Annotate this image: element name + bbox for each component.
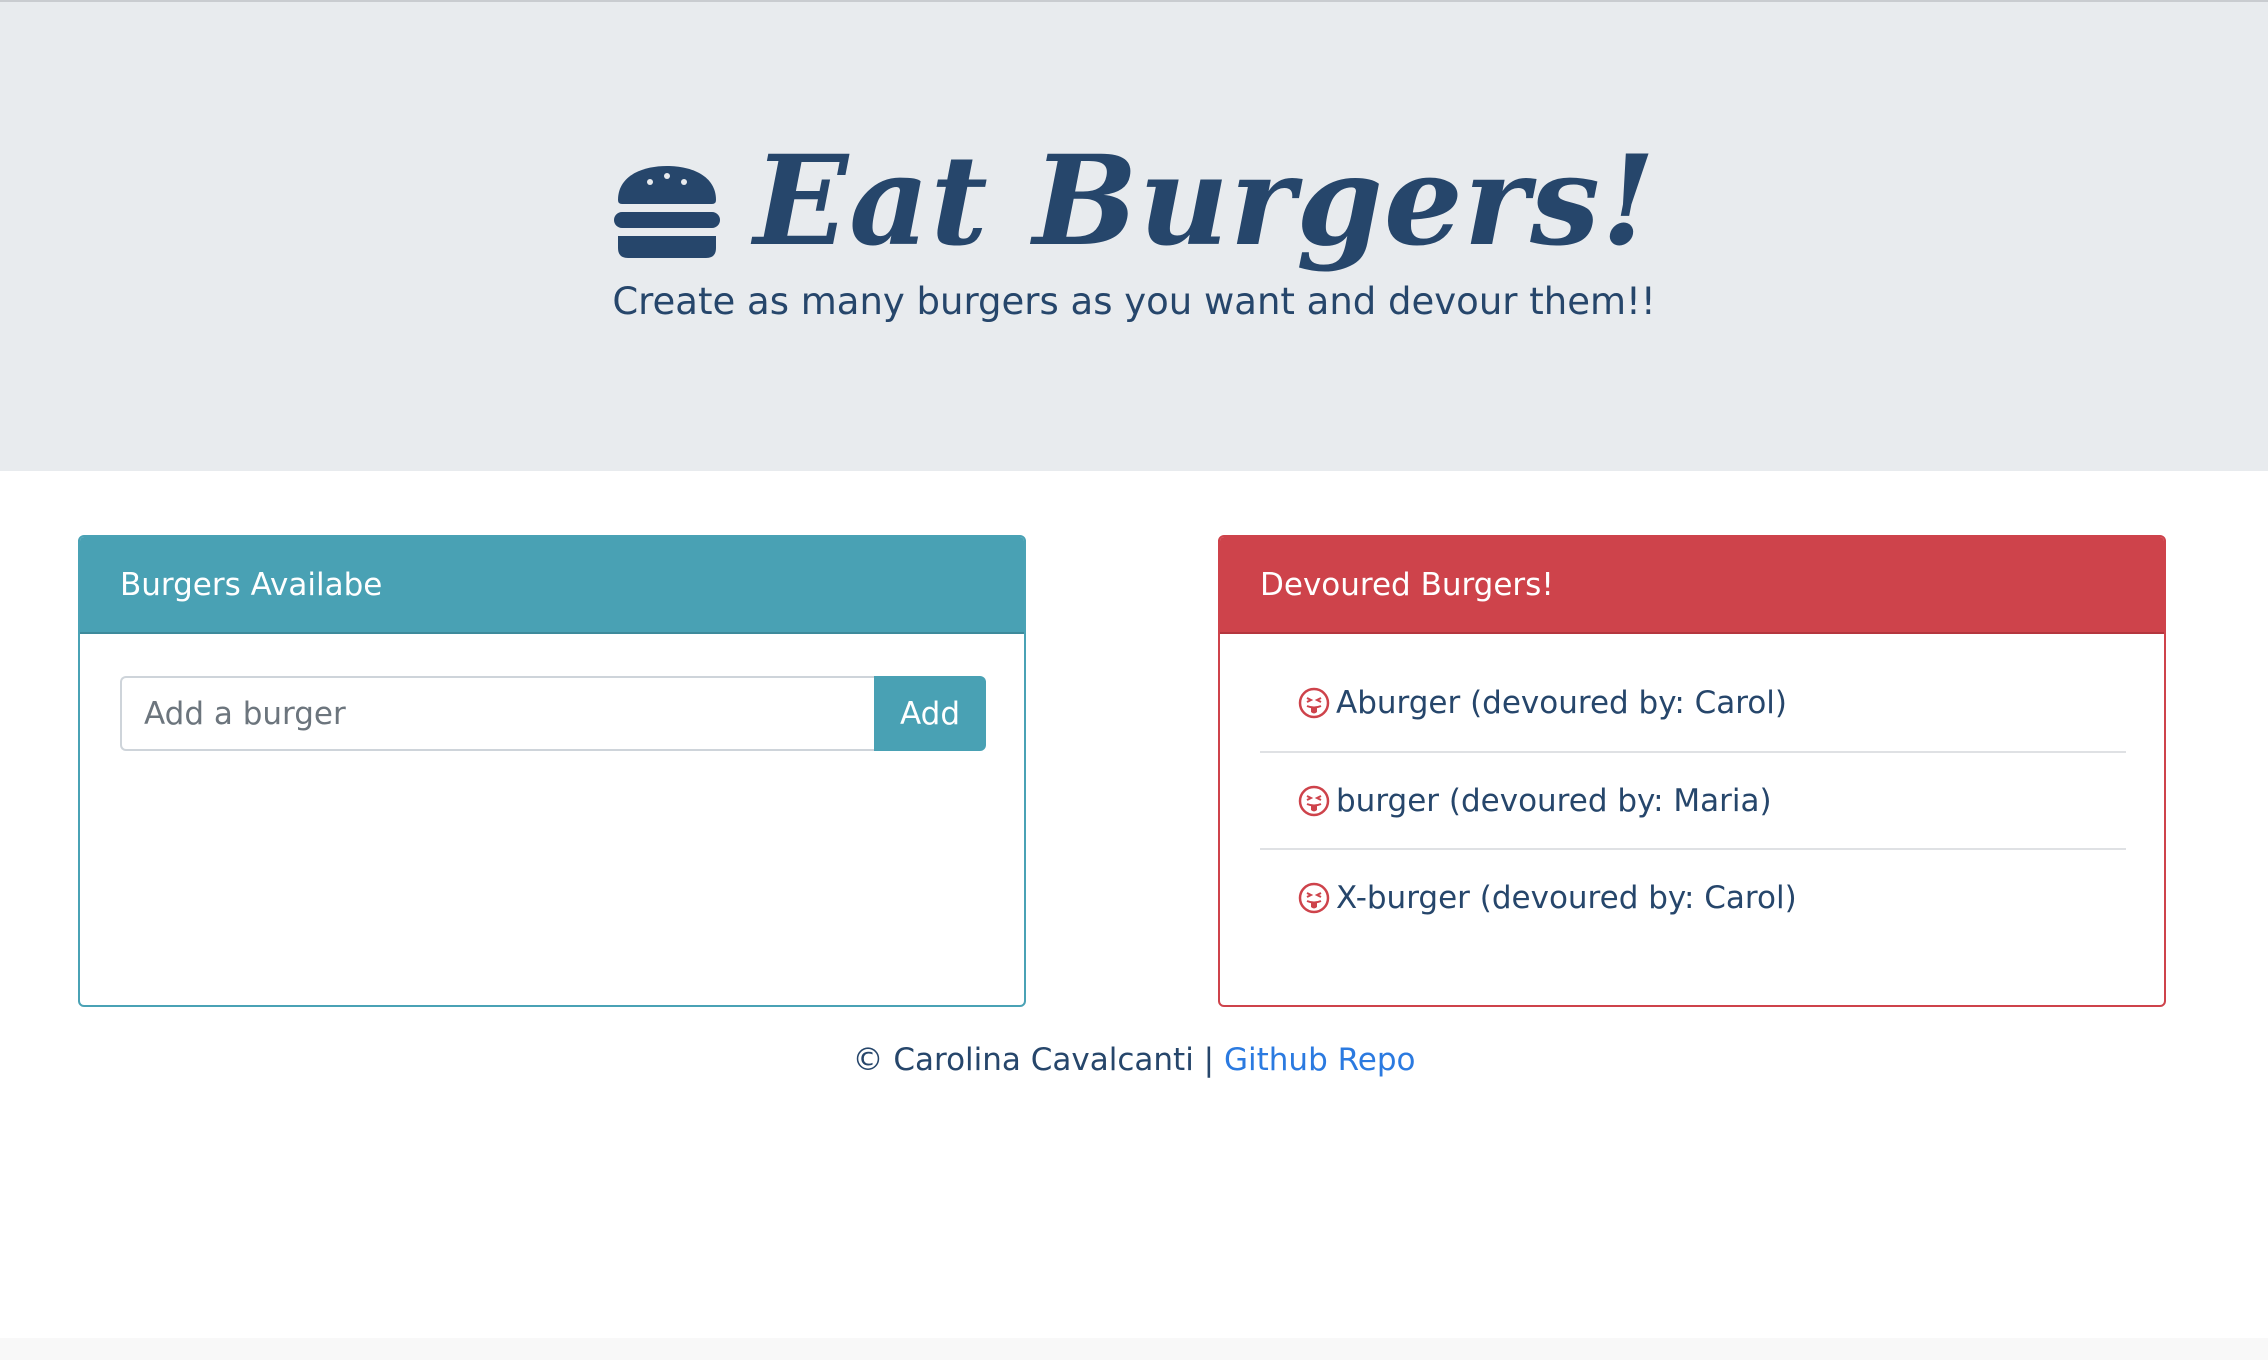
title-row: Eat Burgers! bbox=[0, 122, 2268, 282]
tongue-face-icon bbox=[1298, 785, 1330, 816]
devoured-card-header: Devoured Burgers! bbox=[1220, 537, 2164, 634]
devoured-item-label: burger (devoured by: Maria) bbox=[1336, 782, 1772, 819]
add-button[interactable]: Add bbox=[874, 676, 986, 751]
footer: © Carolina Cavalcanti | Github Repo bbox=[0, 1042, 2268, 1078]
copyright-text: © Carolina Cavalcanti | bbox=[852, 1042, 1224, 1078]
devoured-item-label: X-burger (devoured by: Carol) bbox=[1336, 879, 1797, 916]
github-repo-link[interactable]: Github Repo bbox=[1224, 1042, 1415, 1078]
list-item: burger (devoured by: Maria) bbox=[1260, 751, 2126, 848]
jumbotron: Eat Burgers! Create as many burgers as y… bbox=[0, 2, 2268, 471]
tongue-face-icon bbox=[1298, 882, 1330, 913]
list-item: X-burger (devoured by: Carol) bbox=[1260, 848, 2126, 945]
page-bottom-edge bbox=[0, 1338, 2268, 1360]
burgers-available-card: Burgers Availabe Add bbox=[78, 535, 1026, 1007]
hamburger-icon bbox=[613, 166, 720, 258]
available-card-header: Burgers Availabe bbox=[80, 537, 1024, 634]
devoured-burgers-card: Devoured Burgers! Aburger (devoured by: … bbox=[1218, 535, 2166, 1007]
add-burger-form: Add bbox=[120, 676, 986, 751]
page-subtitle: Create as many burgers as you want and d… bbox=[612, 280, 1656, 323]
burger-name-input[interactable] bbox=[120, 676, 874, 751]
page-title: Eat Burgers! bbox=[753, 129, 1657, 274]
list-item: Aburger (devoured by: Carol) bbox=[1260, 654, 2126, 751]
devoured-item-label: Aburger (devoured by: Carol) bbox=[1336, 684, 1787, 721]
tongue-face-icon bbox=[1298, 687, 1330, 718]
devoured-list: Aburger (devoured by: Carol) burger (dev… bbox=[1260, 654, 2126, 945]
